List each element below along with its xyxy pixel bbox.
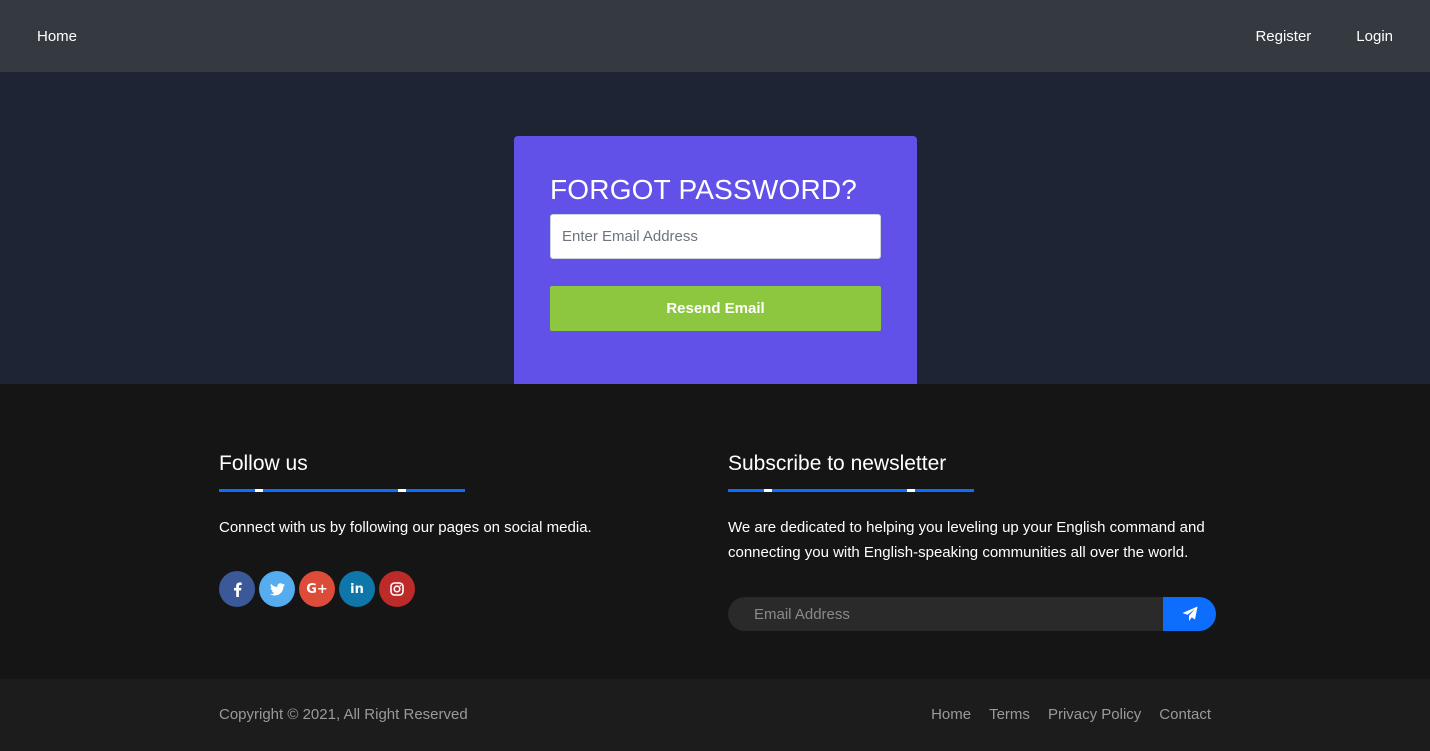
- newsletter-underline: [728, 489, 974, 492]
- instagram-icon[interactable]: [379, 571, 415, 607]
- footer-bottom: Copyright © 2021, All Right Reserved Hom…: [0, 679, 1430, 751]
- follow-us-title: Follow us: [219, 452, 308, 475]
- footer-links: Home Terms Privacy Policy Contact: [931, 706, 1211, 723]
- follow-us-underline: [219, 489, 465, 492]
- follow-us-text: Connect with us by following our pages o…: [219, 519, 592, 536]
- newsletter-submit-button[interactable]: [1163, 597, 1216, 631]
- underline-marker: [764, 489, 772, 492]
- twitter-icon[interactable]: [259, 571, 295, 607]
- nav-login-link[interactable]: Login: [1356, 28, 1393, 45]
- forgot-password-card: FORGOT PASSWORD? Resend Email: [514, 136, 917, 384]
- nav-home-link[interactable]: Home: [37, 28, 77, 45]
- forgot-password-title: FORGOT PASSWORD?: [550, 174, 858, 205]
- email-input[interactable]: [550, 214, 881, 259]
- underline-marker: [907, 489, 915, 492]
- newsletter-email-input[interactable]: [728, 597, 1163, 631]
- footer-link-terms[interactable]: Terms: [989, 706, 1030, 723]
- newsletter-title: Subscribe to newsletter: [728, 452, 947, 475]
- footer-link-privacy[interactable]: Privacy Policy: [1048, 706, 1141, 723]
- newsletter-form: [728, 597, 1216, 631]
- social-buttons: G+ in: [219, 571, 415, 607]
- linkedin-icon[interactable]: in: [339, 571, 375, 607]
- resend-email-button[interactable]: Resend Email: [550, 286, 881, 331]
- footer-link-contact[interactable]: Contact: [1159, 706, 1211, 723]
- footer-link-home[interactable]: Home: [931, 706, 971, 723]
- underline-marker: [398, 489, 406, 492]
- footer-main: Follow us Connect with us by following o…: [0, 384, 1430, 679]
- newsletter-text: We are dedicated to helping you leveling…: [728, 519, 1205, 561]
- nav-register-link[interactable]: Register: [1255, 28, 1311, 45]
- top-navbar: Home Register Login: [0, 0, 1430, 72]
- underline-marker: [255, 489, 263, 492]
- nav-right-links: Register Login: [1255, 28, 1393, 45]
- facebook-icon[interactable]: [219, 571, 255, 607]
- paper-plane-icon: [1182, 606, 1197, 621]
- google-plus-icon[interactable]: G+: [299, 571, 335, 607]
- copyright-text: Copyright © 2021, All Right Reserved: [219, 706, 468, 723]
